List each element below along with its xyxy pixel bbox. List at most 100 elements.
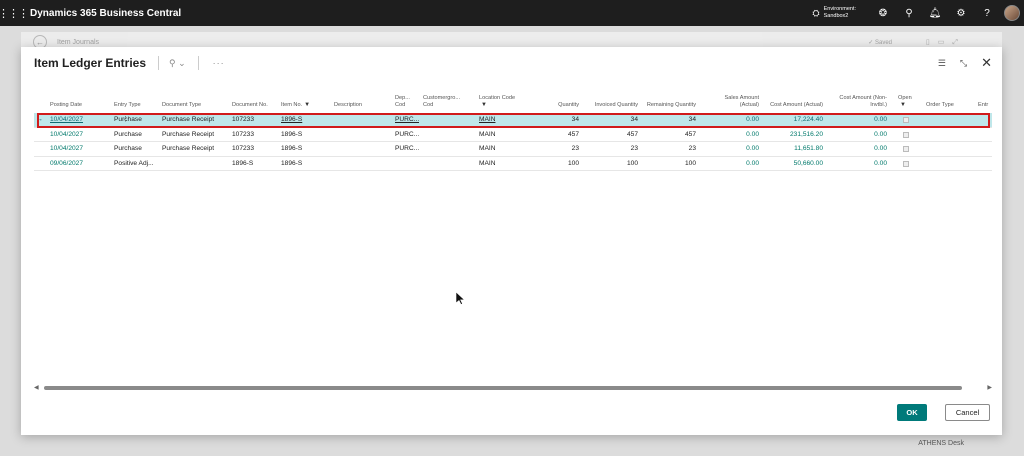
cell-document-no: 107233 [232, 116, 255, 123]
table-row[interactable]: 10/04/2027 Purchase Purchase Receipt 107… [34, 142, 992, 157]
column-header-order-type[interactable]: Order Type [926, 91, 968, 113]
horizontal-scrollbar[interactable]: ◀ ▶ [34, 383, 992, 393]
cell-entry-type: Purchase [114, 130, 142, 138]
dialog-header-actions: ☰ ⤡ ✕ [924, 47, 992, 79]
mouse-cursor-icon [456, 292, 465, 305]
cell-entry-type: Positive Adj... [114, 159, 154, 167]
column-header-customer-group-code[interactable]: Customergro... Cod [423, 91, 469, 113]
open-checkbox [903, 117, 909, 123]
cell-invoiced-quantity: 100 [626, 159, 638, 167]
cell-sales-amount[interactable]: 0.00 [704, 142, 759, 156]
column-header-entry-type[interactable]: Entry Type [114, 91, 158, 113]
cell-item-no[interactable]: 1896-S [281, 113, 329, 127]
cell-posting-date[interactable]: 09/06/2027 [50, 157, 106, 171]
cell-location-code: MAIN [479, 130, 496, 138]
table-row[interactable]: 09/06/2027 Positive Adj... 1896-S 1896-S… [34, 157, 992, 171]
column-header-cost-amount[interactable]: Cost Amount (Actual) [768, 91, 823, 113]
column-header-remaining-quantity[interactable]: Remaining Quantity [646, 91, 696, 113]
cell-invoiced-quantity: 457 [626, 130, 638, 138]
environment-icon: ⛭ [812, 7, 820, 18]
column-header-entry-no[interactable]: Entr [978, 91, 992, 113]
cell-description [334, 142, 384, 156]
search-icon[interactable]: ⚲ ⌄ [169, 58, 186, 69]
cell-entry-type: Purchase [114, 116, 142, 123]
cell-cost-amount[interactable]: 50,660.00 [768, 157, 823, 171]
notifications-icon[interactable]: 🔔︎ [922, 8, 948, 19]
saved-status: ✓ Saved [868, 39, 892, 46]
cell-document-no: 107233 [232, 130, 255, 138]
cell-quantity: 457 [567, 130, 579, 138]
cell-dept-code: PURC... [395, 145, 419, 152]
table-row[interactable]: 10/04/2027 Purchase Purchase Receipt 107… [34, 128, 992, 142]
column-header-document-no[interactable]: Document No. [232, 91, 272, 113]
more-options-icon[interactable]: ··· [213, 58, 225, 68]
cell-quantity: 23 [571, 145, 579, 152]
cell-dept-code [395, 157, 419, 171]
close-icon[interactable]: ✕ [981, 55, 992, 71]
cell-posting-date[interactable]: 10/04/2027 [50, 113, 106, 127]
collapse-icon[interactable]: ⤡ [960, 58, 967, 69]
column-header-posting-date[interactable]: Posting Date [50, 91, 106, 113]
cell-sales-amount[interactable]: 0.00 [704, 128, 759, 142]
cell-cost-amount[interactable]: 231,516.20 [768, 128, 823, 142]
column-header-invoiced-quantity[interactable]: Invoiced Quantity [590, 91, 638, 113]
environment-indicator[interactable]: ⛭ Environment: Sandbox2 [812, 6, 856, 20]
cell-item-no: 1896-S [281, 130, 303, 138]
cell-document-no: 107233 [232, 145, 255, 152]
cell-remaining-quantity: 100 [684, 159, 696, 167]
cell-cost-amount-non-invtbl[interactable]: 0.00 [830, 113, 887, 127]
cell-sales-amount[interactable]: 0.00 [704, 113, 759, 127]
open-checkbox [903, 131, 909, 138]
column-header-open[interactable]: Open ▼ [898, 91, 918, 113]
cell-remaining-quantity: 34 [688, 116, 696, 123]
column-header-quantity[interactable]: Quantity [534, 91, 579, 113]
table-row[interactable]: → 10/04/2027 ⋮ Purchase Purchase Receipt… [34, 113, 992, 128]
column-header-cost-amount-non-invtbl[interactable]: Cost Amount (Non-Invtbl.) [830, 91, 887, 113]
app-title: Dynamics 365 Business Central [30, 7, 182, 19]
column-header-dept-code[interactable]: Dep... Cod [395, 91, 419, 113]
dialog-title: Item Ledger Entries [34, 56, 147, 70]
column-header-document-type[interactable]: Document Type [162, 91, 224, 113]
cell-cost-amount[interactable]: 17,224.40 [768, 113, 823, 127]
scroll-right-icon[interactable]: ▶ [987, 384, 992, 391]
search-icon[interactable]: ⚲ [896, 8, 922, 19]
cell-location-code[interactable]: MAIN [479, 113, 529, 127]
cell-quantity: 34 [571, 116, 579, 123]
cell-cost-amount[interactable]: 11,651.80 [768, 142, 823, 156]
cell-dept-code[interactable]: PURC... [395, 113, 419, 127]
cell-document-no: 1896-S [232, 159, 254, 167]
cell-location-code: MAIN [479, 159, 496, 167]
item-ledger-entries-dialog: Item Ledger Entries ⚲ ⌄ ··· ☰ ⤡ ✕ Postin… [21, 47, 1002, 435]
cell-cost-amount-non-invtbl[interactable]: 0.00 [830, 128, 887, 142]
cell-document-type: Purchase Receipt [162, 116, 215, 123]
settings-icon[interactable]: ⚙ [948, 8, 974, 19]
open-checkbox [903, 146, 909, 152]
scroll-left-icon[interactable]: ◀ [34, 384, 39, 391]
cell-cost-amount-non-invtbl[interactable]: 0.00 [830, 142, 887, 156]
column-header-sales-amount[interactable]: Sales Amount (Actual) [704, 91, 759, 113]
footer-text: ATHENS Desk [918, 440, 964, 447]
avatar[interactable] [1004, 5, 1020, 21]
cell-customer-group-code [423, 157, 469, 171]
column-header-description[interactable]: Description [334, 91, 384, 113]
cell-sales-amount[interactable]: 0.00 [704, 157, 759, 171]
scrollbar-thumb[interactable] [44, 386, 962, 390]
column-header-item-no[interactable]: Item No. ▼ [281, 91, 329, 113]
app-launcher-icon[interactable]: ⋮⋮⋮ [0, 0, 29, 26]
cell-posting-date[interactable]: 10/04/2027 [50, 128, 106, 142]
column-header-location-code[interactable]: Location Code ▼ [479, 91, 529, 113]
cell-invoiced-quantity: 34 [630, 116, 638, 123]
copilot-icon[interactable]: ❂ [870, 8, 896, 19]
cancel-button[interactable]: Cancel [945, 404, 990, 421]
cell-description [334, 113, 384, 127]
filter-icon: ▼ [304, 102, 311, 108]
filter-icon: ▼ [900, 102, 906, 108]
open-checkbox [903, 160, 909, 167]
cell-remaining-quantity: 457 [684, 130, 696, 138]
cell-cost-amount-non-invtbl[interactable]: 0.00 [830, 157, 887, 171]
cell-posting-date[interactable]: 10/04/2027 [50, 142, 106, 156]
ok-button[interactable]: OK [897, 404, 927, 421]
list-view-icon[interactable]: ☰ [938, 58, 946, 69]
app-topbar: ⋮⋮⋮ Dynamics 365 Business Central ⛭ Envi… [0, 0, 1024, 26]
help-icon[interactable]: ? [974, 8, 1000, 19]
